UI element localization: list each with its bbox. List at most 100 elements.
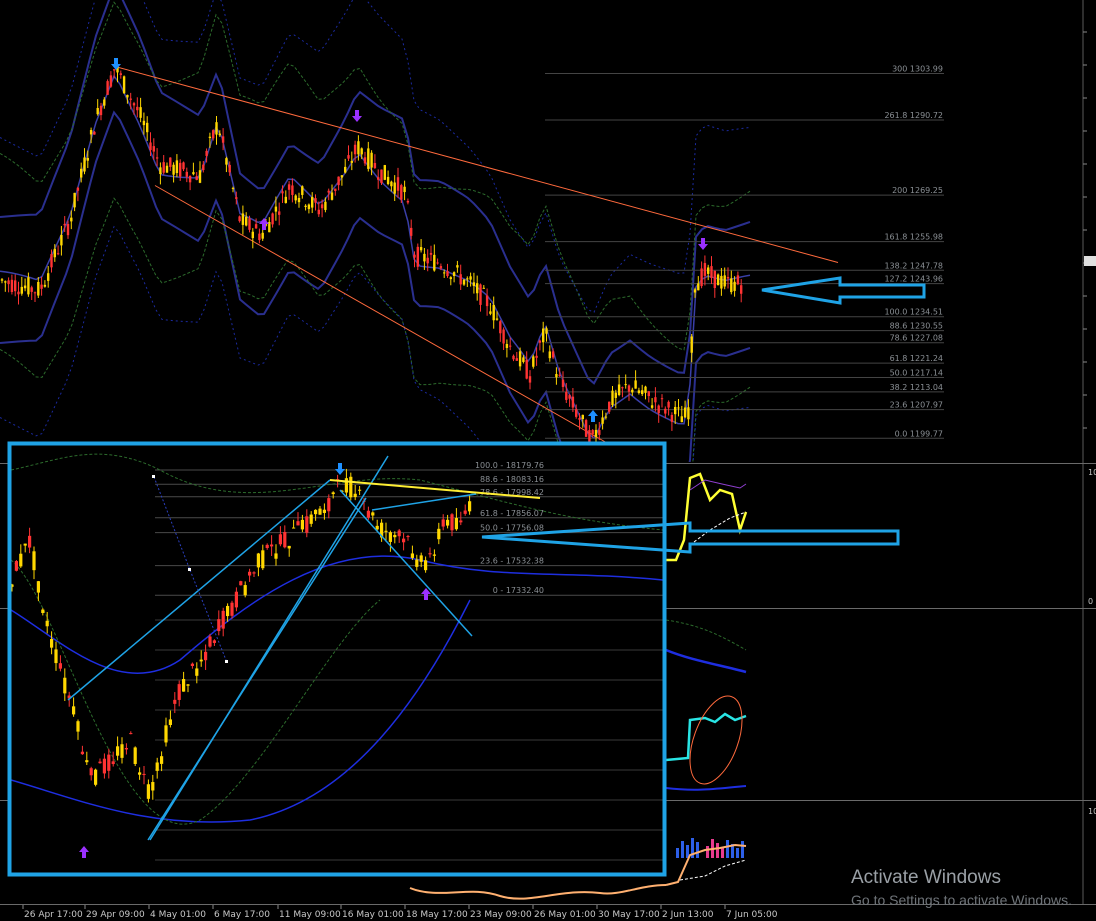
candle-body	[429, 252, 433, 255]
middle-band	[0, 74, 751, 440]
candle-body	[83, 157, 86, 172]
inset-candle-body	[468, 501, 472, 512]
candle-body	[472, 282, 476, 287]
inset-candle-body	[287, 545, 291, 549]
candle-body	[205, 150, 208, 156]
arrow-up-purple	[259, 218, 269, 230]
candle-body	[17, 291, 20, 295]
inset-candle-body	[318, 508, 322, 515]
candle-body	[644, 386, 647, 393]
candle-body	[446, 271, 449, 277]
inset-candle-body	[415, 559, 419, 567]
candle-body	[53, 248, 56, 258]
candle-body	[367, 148, 370, 169]
candle-body	[314, 198, 317, 203]
inset-fib-label: 0 - 17332.40	[493, 586, 544, 595]
inset-candle-body	[199, 659, 203, 662]
candle-body	[492, 305, 495, 321]
candle-body	[690, 336, 693, 353]
inset-candle-body	[331, 492, 335, 495]
candle-body	[129, 98, 132, 100]
inset-candle-body	[32, 551, 36, 571]
candle-body	[413, 254, 416, 258]
candle-body	[730, 278, 733, 293]
candle-body	[713, 270, 716, 288]
inset-candle-body	[454, 517, 458, 530]
inset-candle-body	[36, 581, 40, 593]
histogram-bar	[676, 848, 679, 858]
candle-body	[202, 164, 205, 171]
candles	[0, 62, 743, 450]
inset-candle-body	[274, 553, 278, 559]
candle-body	[251, 231, 254, 239]
osc-axis-top: 10	[1088, 468, 1096, 477]
candle-body	[565, 391, 568, 400]
time-axis: 26 Apr 17:00 29 Apr 09:00 4 May 01:00 6 May…	[22, 905, 778, 920]
candle-body	[423, 253, 426, 262]
candle-body	[10, 279, 14, 293]
candle-body	[218, 133, 221, 136]
candle-body	[327, 190, 330, 193]
candle-body	[624, 384, 627, 386]
time-label: 16 May 01:00	[342, 910, 404, 920]
arrow-down-purple	[698, 238, 708, 250]
inset-candle-body	[424, 560, 428, 571]
inset-candle-body	[221, 610, 225, 629]
candle-body	[680, 416, 683, 423]
fib-label: 138.2 1247.78	[884, 261, 943, 270]
candle-body	[720, 275, 723, 289]
candle-body	[505, 343, 509, 348]
fib-label: 127.2 1243.96	[884, 275, 943, 284]
candle-body	[40, 284, 43, 289]
inset-candle-body	[28, 535, 32, 548]
candle-body	[311, 196, 314, 208]
candle-body	[66, 224, 70, 236]
candle-body	[535, 355, 538, 358]
trendlines	[114, 66, 839, 452]
candle-body	[386, 176, 390, 185]
candle-body	[522, 357, 525, 362]
inset-candle-body	[72, 706, 76, 715]
arrow-down-purple	[352, 110, 362, 122]
candle-body	[634, 380, 637, 389]
candle-body	[188, 175, 192, 183]
inset-candle-body	[322, 509, 326, 513]
candle-body	[228, 164, 231, 173]
candle-body	[146, 122, 149, 133]
inset-candle-body	[349, 476, 353, 498]
inset-candle-body	[437, 528, 441, 540]
candle-body	[119, 73, 122, 75]
inset-fib-label: 23.6 - 17532.38	[480, 557, 544, 566]
candle-body	[152, 146, 155, 152]
candle-body	[198, 170, 202, 183]
candle-body	[558, 374, 561, 376]
histogram-bar	[706, 846, 709, 858]
time-label: 23 May 09:00	[470, 910, 532, 920]
hist-line-bottom	[409, 884, 667, 900]
inset-candle-body	[327, 498, 331, 512]
candle-body	[538, 340, 542, 343]
time-label: 26 May 01:00	[534, 910, 596, 920]
inset-candle-body	[168, 719, 172, 725]
candle-body	[641, 390, 644, 395]
fib-label: 78.6 1227.08	[890, 334, 943, 343]
candle-body	[122, 76, 126, 94]
candle-body	[693, 289, 697, 293]
fib-label: 50.0 1217.14	[890, 369, 943, 378]
candle-body	[723, 275, 726, 287]
candle-body	[568, 395, 571, 399]
candle-body	[93, 131, 96, 135]
inset-point	[225, 660, 228, 663]
candle-body	[594, 429, 598, 437]
candle-body	[499, 321, 502, 334]
candle-body	[271, 213, 274, 225]
candle-body	[291, 185, 294, 195]
time-label: 11 May 09:00	[279, 910, 341, 920]
inset-chart[interactable]: 127.2 - 18410.24100.0 - 18179.7688.6 - 1…	[7, 427, 667, 877]
candle-body	[149, 142, 152, 151]
candle-body	[650, 405, 654, 408]
candle-body	[231, 187, 235, 189]
inset-candle-body	[388, 532, 392, 542]
candle-body	[80, 168, 83, 178]
hist-line-dashed	[679, 859, 747, 881]
